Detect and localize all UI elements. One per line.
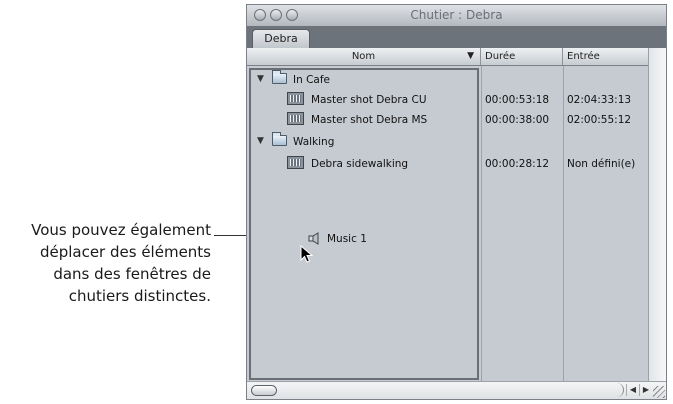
- item-name: Master shot Debra MS: [311, 114, 428, 126]
- item-duration: 00:00:28:12: [485, 158, 550, 170]
- item-duration: 00:00:38:00: [485, 114, 550, 126]
- callout-text: Vous pouvez également déplacer des éléme…: [0, 219, 211, 307]
- dragged-item-name[interactable]: Music 1: [327, 233, 367, 245]
- table-row[interactable]: Master shot Debra CU 00:00:53:18 02:04:3…: [247, 90, 649, 112]
- callout-line-4: chutiers distinctes.: [68, 287, 211, 305]
- list-item[interactable]: ▼ Walking: [247, 132, 649, 154]
- item-name: In Cafe: [293, 74, 331, 86]
- column-header: Nom ▼ Durée Entrée: [247, 48, 651, 66]
- horizontal-scrollbar[interactable]: ◀ ▶: [247, 381, 666, 399]
- table-row[interactable]: Debra sidewalking 00:00:28:12 Non défini…: [247, 154, 649, 176]
- item-name: Master shot Debra CU: [311, 94, 427, 106]
- video-clip-icon: [287, 156, 304, 169]
- column-header-in[interactable]: Entrée: [563, 48, 651, 65]
- resize-grip-icon[interactable]: [653, 386, 665, 398]
- audio-clip-icon[interactable]: [308, 232, 320, 245]
- callout-line-1: Vous pouvez également: [31, 221, 211, 239]
- item-duration: 00:00:53:18: [485, 94, 550, 106]
- bin-window: Chutier : Debra Debra Nom ▼ Durée Entrée…: [246, 4, 667, 400]
- scroll-right-arrow-icon[interactable]: ▶: [639, 384, 652, 396]
- sort-arrow-icon: ▼: [467, 51, 474, 61]
- column-header-duration[interactable]: Durée: [481, 48, 563, 65]
- video-clip-icon: [287, 112, 304, 125]
- disclosure-triangle-icon[interactable]: ▼: [257, 136, 264, 146]
- arrow-cursor-icon: [300, 245, 314, 263]
- tab-strip: Debra: [247, 26, 666, 48]
- item-in: Non défini(e): [567, 158, 636, 170]
- scroll-track-end: [613, 383, 624, 397]
- list-item[interactable]: ▼ In Cafe: [247, 70, 649, 92]
- title-bar[interactable]: Chutier : Debra: [247, 5, 666, 27]
- folder-icon: [272, 70, 287, 84]
- item-in: 02:04:33:13: [567, 94, 632, 106]
- disclosure-triangle-icon[interactable]: ▼: [257, 74, 264, 84]
- column-header-name[interactable]: Nom ▼: [247, 48, 481, 65]
- horizontal-scroll-thumb[interactable]: [251, 385, 277, 396]
- tab-debra[interactable]: Debra: [252, 29, 310, 48]
- folder-icon: [272, 132, 287, 146]
- item-name: Walking: [293, 136, 335, 148]
- callout-line-3: dans des fenêtres de: [53, 265, 211, 283]
- scroll-left-arrow-icon[interactable]: ◀: [626, 384, 639, 396]
- item-in: 02:00:55:12: [567, 114, 632, 126]
- item-name: Debra sidewalking: [311, 158, 409, 170]
- column-header-name-label: Nom: [351, 51, 376, 62]
- vertical-scrollbar[interactable]: [648, 48, 666, 382]
- window-title: Chutier : Debra: [410, 8, 503, 22]
- video-clip-icon: [287, 92, 304, 105]
- callout-line-2: déplacer des éléments: [39, 243, 211, 261]
- table-row[interactable]: Master shot Debra MS 00:00:38:00 02:00:5…: [247, 110, 649, 132]
- bin-list: ▼ In Cafe Master shot Debra CU 00:00:53:…: [247, 66, 652, 382]
